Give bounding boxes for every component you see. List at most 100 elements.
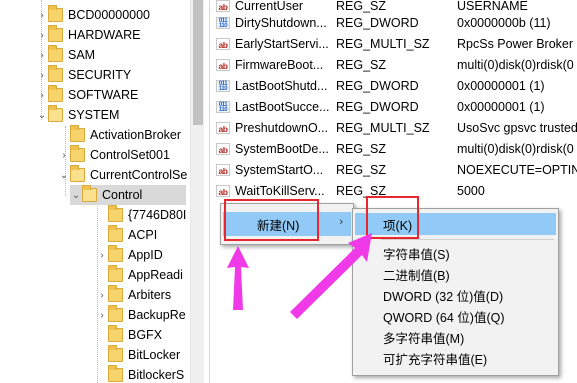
- chevron-right-icon[interactable]: ›: [58, 145, 70, 165]
- value-row[interactable]: ab SystemBootDe... REG_SZ multi(0)disk(0…: [210, 138, 577, 159]
- tree-item-software[interactable]: › SOFTWARE: [36, 85, 138, 105]
- value-name: FirmwareBoot...: [235, 57, 324, 72]
- chevron-right-icon: [96, 345, 108, 365]
- chevron-right-icon[interactable]: ›: [36, 45, 48, 65]
- submenu-item-label: 二进制值(B): [383, 269, 450, 283]
- value-type: REG_SZ: [336, 141, 387, 156]
- value-type: REG_SZ: [336, 57, 387, 72]
- tree-item-arbiters[interactable]: › Arbiters: [96, 285, 171, 305]
- chevron-right-icon[interactable]: ›: [36, 65, 48, 85]
- binary-value-icon: 011 110: [216, 16, 230, 29]
- folder-icon: [48, 5, 63, 22]
- folder-open-icon: [48, 105, 63, 122]
- tree-item-currentcontrolset[interactable]: ⌄ CurrentControlSe: [58, 165, 187, 185]
- value-type: REG_MULTI_SZ: [336, 120, 430, 135]
- submenu-item-label: 可扩充字符串值(E): [383, 353, 488, 367]
- submenu-item-label: QWORD (64 位)值(Q): [383, 311, 505, 325]
- tree-item-label: ACPI: [128, 228, 158, 242]
- submenu-item-label: 字符串值(S): [383, 248, 450, 262]
- value-row[interactable]: ab EarlyStartServi... REG_MULTI_SZ RpcSs…: [210, 33, 577, 54]
- chevron-right-icon[interactable]: ›: [36, 85, 48, 105]
- value-name: EarlyStartServi...: [235, 36, 329, 51]
- tree-scrollbar[interactable]: [190, 0, 205, 383]
- submenu-item-qword-value[interactable]: QWORD (64 位)值(Q): [355, 306, 556, 327]
- tree-item-label: BitLocker: [128, 348, 181, 362]
- value-name: LastBootShutd...: [235, 78, 328, 93]
- chevron-right-icon[interactable]: ›: [96, 305, 108, 325]
- value-type: REG_SZ: [336, 162, 387, 177]
- submenu-item-expandable-string-value[interactable]: 可扩充字符串值(E): [355, 348, 556, 369]
- tree-item-bgfx[interactable]: BGFX: [96, 325, 162, 345]
- menu-separator: [381, 239, 554, 240]
- chevron-down-icon[interactable]: ⌄: [70, 185, 82, 205]
- folder-icon: [108, 265, 123, 282]
- value-data: NOEXECUTE=OPTIN: [457, 162, 577, 177]
- submenu-item-string-value[interactable]: 字符串值(S): [355, 243, 556, 264]
- tree-item-label: BackupRe: [128, 308, 186, 322]
- chevron-right-icon: [96, 225, 108, 245]
- tree-item-sam[interactable]: › SAM: [36, 45, 95, 65]
- tree-item-label: SECURITY: [68, 68, 132, 82]
- tree-item-label: Arbiters: [128, 288, 172, 302]
- tree-scrollbar-thumb[interactable]: [193, 0, 203, 125]
- folder-open-icon: [70, 165, 85, 182]
- chevron-right-icon: [96, 325, 108, 345]
- value-data: multi(0)disk(0)rdisk(0: [457, 141, 574, 156]
- value-type: REG_DWORD: [336, 99, 419, 114]
- string-value-icon: ab: [216, 184, 230, 197]
- tree-item-system[interactable]: ⌄ SYSTEM: [36, 105, 119, 125]
- tree-item-label: SYSTEM: [68, 108, 120, 122]
- chevron-down-icon[interactable]: ⌄: [36, 105, 48, 125]
- tree-item-label: CurrentControlSe: [90, 168, 188, 182]
- tree-item-label: ControlSet001: [90, 148, 170, 162]
- folder-icon: [108, 365, 123, 382]
- tree-item-hardware[interactable]: › HARDWARE: [36, 25, 140, 45]
- registry-tree: › BCD00000000 › HARDWARE › SAM › SECURIT…: [0, 0, 190, 383]
- tree-item-guid[interactable]: {7746D80I: [96, 205, 186, 225]
- tree-item-label: SOFTWARE: [68, 88, 139, 102]
- tree-item-backuprestore[interactable]: › BackupRe: [96, 305, 186, 325]
- folder-icon: [108, 285, 123, 302]
- chevron-right-icon[interactable]: ›: [96, 245, 108, 265]
- folder-icon: [70, 125, 85, 142]
- tree-item-bitlocker[interactable]: BitLocker: [96, 345, 180, 365]
- submenu-item-dword-value[interactable]: DWORD (32 位)值(D): [355, 285, 556, 306]
- tree-item-acpi[interactable]: ACPI: [96, 225, 157, 245]
- tree-item-activationbroker[interactable]: ActivationBroker: [58, 125, 181, 145]
- chevron-right-icon[interactable]: ›: [36, 25, 48, 45]
- value-row[interactable]: ab FirmwareBoot... REG_SZ multi(0)disk(0…: [210, 54, 577, 75]
- value-name: CurrentUser: [235, 0, 304, 13]
- tree-item-bcd[interactable]: › BCD00000000: [36, 5, 150, 25]
- binary-value-icon: 011 110: [216, 100, 230, 113]
- value-row[interactable]: 011 110 LastBootSucce... REG_DWORD 0x0000…: [210, 96, 577, 117]
- submenu-item-binary-value[interactable]: 二进制值(B): [355, 264, 556, 285]
- value-row[interactable]: 011 110 DirtyShutdown... REG_DWORD 0x0000…: [210, 12, 577, 33]
- value-data: UsoSvc gpsvc trusted: [457, 120, 577, 135]
- value-row[interactable]: ab SystemStartO... REG_SZ NOEXECUTE=OPTI…: [210, 159, 577, 180]
- string-value-icon: ab: [216, 58, 230, 71]
- string-value-icon: ab: [216, 37, 230, 50]
- tree-item-label: AppReadi: [128, 268, 183, 282]
- tree-item-label: AppID: [128, 248, 163, 262]
- chevron-right-icon[interactable]: ›: [36, 5, 48, 25]
- tree-item-label: {7746D80I: [128, 208, 187, 222]
- folder-icon: [108, 245, 123, 262]
- tree-item-label: BitlockerS: [128, 368, 185, 382]
- folder-icon: [108, 205, 123, 222]
- tree-item-bitlockerstatus[interactable]: BitlockerS: [96, 365, 184, 383]
- submenu-item-multi-string-value[interactable]: 多字符串值(M): [355, 327, 556, 348]
- value-type: REG_MULTI_SZ: [336, 36, 430, 51]
- value-row[interactable]: ab PreshutdownO... REG_MULTI_SZ UsoSvc g…: [210, 117, 577, 138]
- tree-item-controlset001[interactable]: › ControlSet001: [58, 145, 170, 165]
- tree-item-appid[interactable]: › AppID: [96, 245, 163, 265]
- tree-item-appreadiness[interactable]: AppReadi: [96, 265, 183, 285]
- string-value-icon: ab: [216, 163, 230, 176]
- tree-item-security[interactable]: › SECURITY: [36, 65, 131, 85]
- chevron-right-icon[interactable]: ›: [96, 285, 108, 305]
- annotation-box-key: [366, 196, 419, 239]
- tree-item-control[interactable]: ⌄ Control: [70, 185, 186, 205]
- value-row[interactable]: 011 110 LastBootShutd... REG_DWORD 0x0000…: [210, 75, 577, 96]
- tree-item-label: BGFX: [128, 328, 163, 342]
- chevron-down-icon[interactable]: ⌄: [58, 165, 70, 185]
- string-value-icon: ab: [216, 0, 230, 12]
